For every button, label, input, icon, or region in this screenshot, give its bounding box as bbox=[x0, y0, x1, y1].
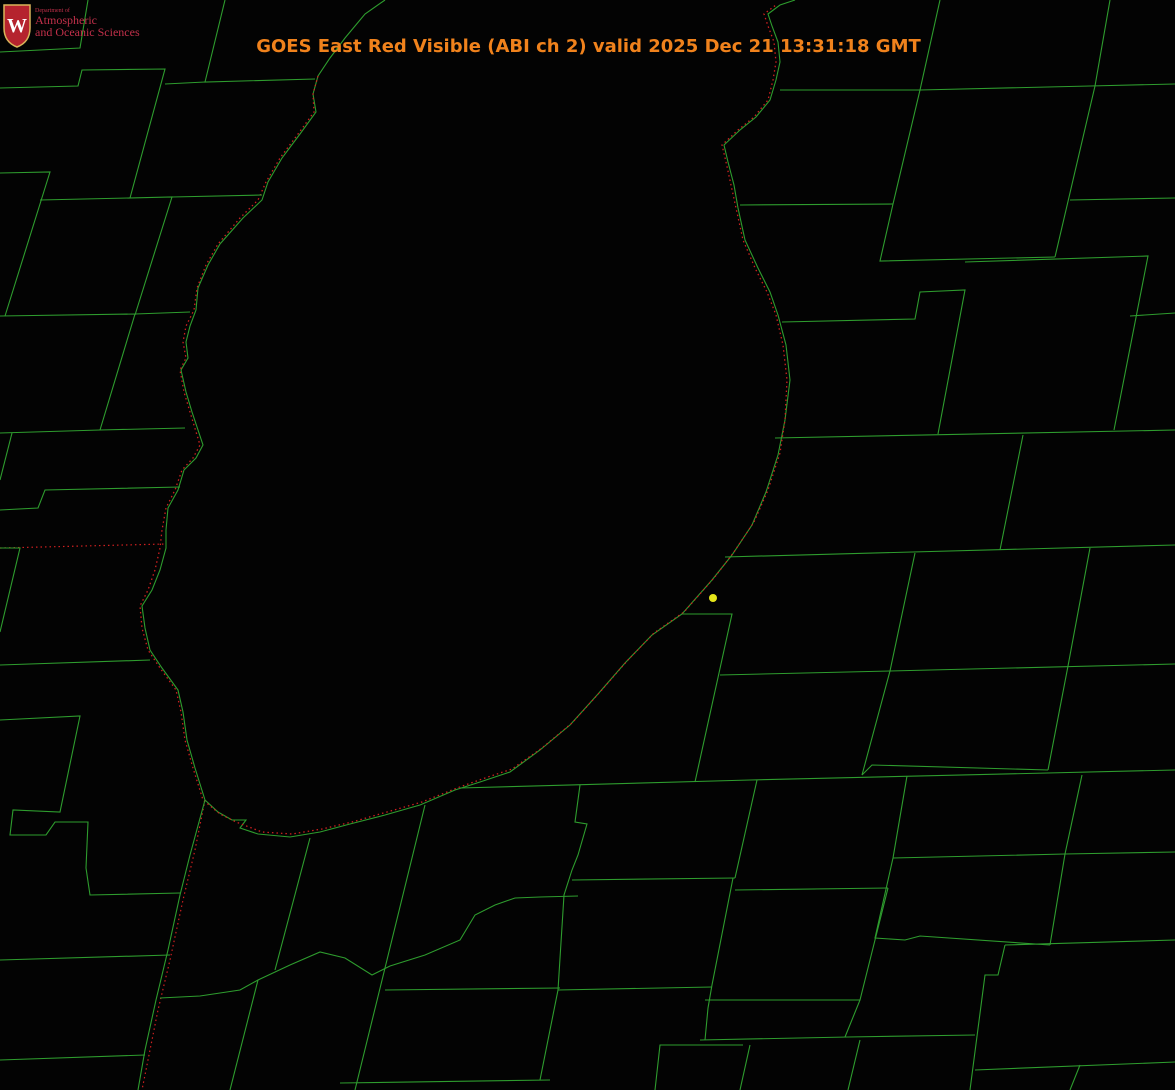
map-title-text: GOES East Red Visible (ABI ch 2) valid 2… bbox=[256, 36, 921, 57]
lake-shoreline-dotted bbox=[139, 4, 788, 835]
satellite-map: W Department of Atmospheric and Oceanic … bbox=[0, 0, 1175, 1090]
map-canvas: W bbox=[0, 0, 1175, 1090]
state-border bbox=[141, 799, 206, 1090]
svg-text:W: W bbox=[7, 15, 27, 37]
state-border-west bbox=[0, 543, 167, 549]
map-title: GOES East Red Visible (ABI ch 2) valid 2… bbox=[0, 36, 1175, 57]
station-marker bbox=[709, 594, 717, 602]
county-boundaries bbox=[0, 0, 1175, 1090]
lake-shoreline bbox=[141, 0, 796, 838]
